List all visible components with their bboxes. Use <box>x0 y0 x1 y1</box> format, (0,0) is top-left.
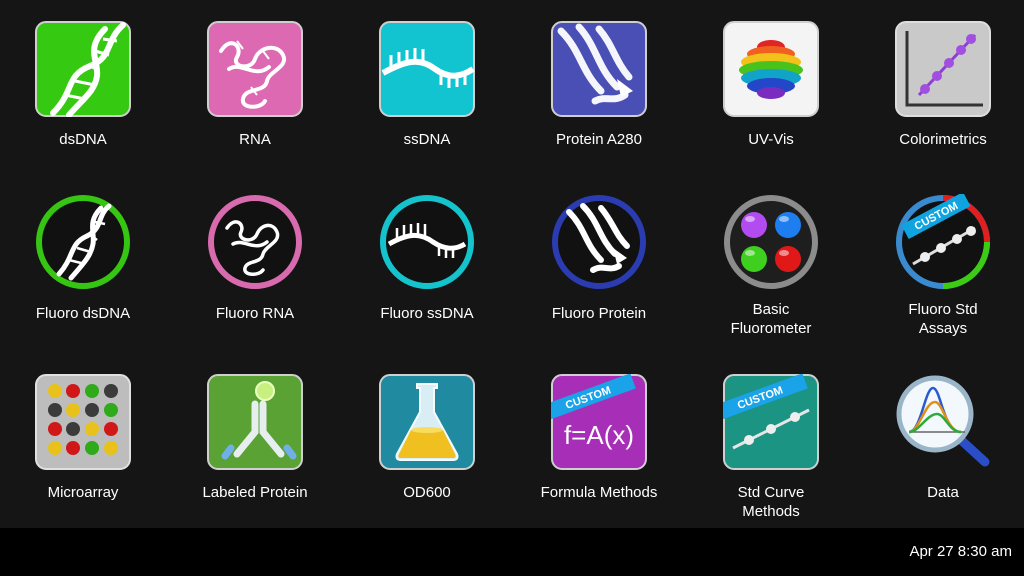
app-launcher-grid: dsDNA RNA ssDNA Protein A280 UV-Vis Colo… <box>0 0 1024 528</box>
rna-icon <box>207 21 303 117</box>
ssdna-icon <box>379 21 475 117</box>
app-label-line1: Std Curve <box>737 484 805 501</box>
app-label-line1: Fluoro Std <box>908 301 978 318</box>
app-label: OD600 <box>403 484 451 501</box>
rainbow-sphere-icon <box>723 21 819 117</box>
app-label-line2: Fluorometer <box>730 320 812 337</box>
line-plot-icon <box>895 21 991 117</box>
app-label-line2: Methods <box>742 503 800 520</box>
four-dots-icon <box>723 194 819 290</box>
app-label: Fluoro ssDNA <box>380 305 474 322</box>
clock: Apr 27 8:30 am <box>909 543 1012 560</box>
formula-text: f=A(x) <box>564 420 634 450</box>
app-label: Fluoro RNA <box>215 305 295 322</box>
app-label: Labeled Protein <box>202 484 308 501</box>
custom-curve-ring-icon: CUSTOM <box>895 194 991 290</box>
dna-icon <box>35 21 131 117</box>
app-label: Data <box>927 484 959 501</box>
protein-ring-icon <box>551 194 647 290</box>
protein-icon <box>551 21 647 117</box>
status-bar: Apr 27 8:30 am <box>0 528 1024 576</box>
formula-icon: f=A(x) CUSTOM <box>551 374 647 470</box>
app-label: dsDNA <box>59 131 107 148</box>
antibody-icon <box>207 374 303 470</box>
app-label: Fluoro Protein <box>551 305 647 322</box>
app-label-line2: Assays <box>918 320 968 337</box>
app-label: Formula Methods <box>540 484 658 501</box>
app-label: Protein A280 <box>556 131 642 148</box>
std-curve-icon: CUSTOM <box>723 374 819 470</box>
app-label: UV-Vis <box>748 131 794 148</box>
app-label-line1: Basic <box>752 301 790 318</box>
ssdna-ring-icon <box>379 194 475 290</box>
app-label: Colorimetrics <box>899 131 987 148</box>
app-label: Fluoro dsDNA <box>35 305 131 322</box>
app-label: Microarray <box>47 484 119 501</box>
rna-ring-icon <box>207 194 303 290</box>
magnifier-chart-icon <box>895 374 991 470</box>
app-label: RNA <box>239 131 271 148</box>
microarray-icon <box>35 374 131 470</box>
app-label: ssDNA <box>403 131 451 148</box>
flask-icon <box>379 374 475 470</box>
dna-ring-icon <box>35 194 131 290</box>
